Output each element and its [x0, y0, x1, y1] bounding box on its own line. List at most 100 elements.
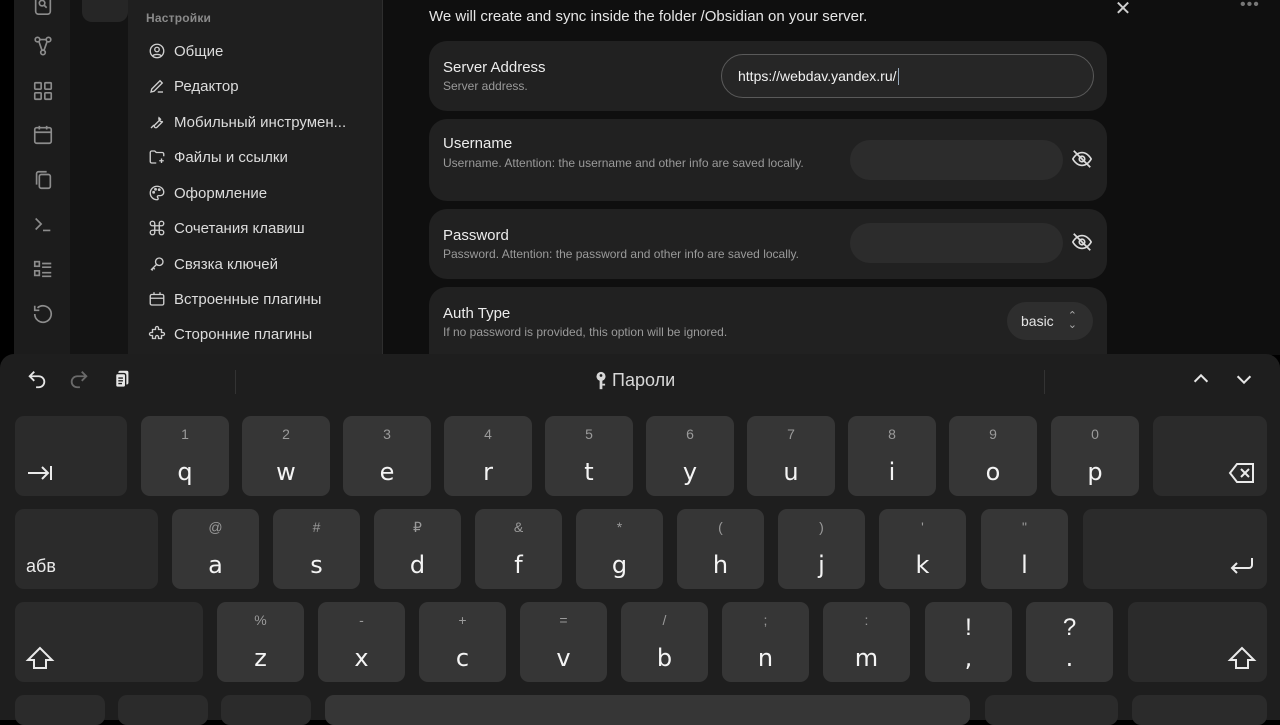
pencil-icon: [148, 77, 166, 95]
key-primary: y: [682, 458, 698, 486]
server-address-input[interactable]: https://webdav.yandex.ru/: [721, 54, 1094, 98]
auth-type-select[interactable]: basic ⌃ ⌄: [1007, 302, 1093, 340]
key-primary: w: [276, 458, 296, 486]
key-period[interactable]: ?.: [1026, 602, 1113, 682]
sidebar-item-appearance[interactable]: Оформление: [148, 179, 267, 207]
key-u[interactable]: 7u: [747, 416, 835, 496]
key-secondary: *: [616, 519, 623, 535]
shift-left-key[interactable]: [15, 602, 203, 682]
passwords-button[interactable]: Пароли: [594, 370, 675, 391]
key-y[interactable]: 6y: [646, 416, 734, 496]
key-secondary: ;: [763, 612, 768, 628]
return-key[interactable]: [1083, 509, 1267, 589]
key-secondary: #: [312, 519, 321, 535]
setting-title: Auth Type: [443, 305, 511, 322]
language-switch-key[interactable]: абв: [15, 509, 158, 589]
key-primary: s: [310, 551, 323, 579]
sidebar-item-core-plugins[interactable]: Встроенные плагины: [148, 285, 321, 313]
key-r[interactable]: 4r: [444, 416, 532, 496]
key-a[interactable]: @ a: [172, 509, 259, 589]
shift-icon: [1227, 644, 1257, 674]
onscreen-keyboard: Пароли 1q 2w 3e 4r 5t 6y 7u 8i 9o 0p абв…: [0, 354, 1280, 725]
eye-off-icon[interactable]: [1071, 231, 1093, 253]
key-e[interactable]: 3e: [343, 416, 431, 496]
key-primary: m: [854, 644, 879, 672]
backspace-key[interactable]: [1153, 416, 1267, 496]
key-b[interactable]: / b: [621, 602, 708, 682]
key-primary: r: [483, 458, 493, 486]
tab-key[interactable]: [15, 416, 127, 496]
toolbar-separator: [1044, 370, 1045, 394]
key-x[interactable]: -x: [318, 602, 405, 682]
key-primary: .: [1065, 644, 1074, 672]
key-comma[interactable]: !,: [925, 602, 1012, 682]
sidebar-item-files-links[interactable]: Файлы и ссылки: [148, 143, 288, 171]
sidebar-item-editor[interactable]: Редактор: [148, 72, 239, 100]
sidebar-item-hotkeys[interactable]: Сочетания клавиш: [148, 214, 305, 242]
key-t[interactable]: 5t: [545, 416, 633, 496]
key-c[interactable]: + c: [419, 602, 506, 682]
copy-icon[interactable]: [32, 169, 54, 191]
tab-stub[interactable]: [82, 0, 128, 22]
close-icon[interactable]: ✕: [1113, 0, 1133, 19]
key-secondary: 3: [383, 426, 391, 442]
key-k[interactable]: ' k: [879, 509, 966, 589]
key-q[interactable]: 1q: [141, 416, 229, 496]
key-f[interactable]: & f: [475, 509, 562, 589]
key-v[interactable]: = v: [520, 602, 607, 682]
history-icon[interactable]: [32, 303, 54, 325]
key-z[interactable]: % z: [217, 602, 304, 682]
sidebar-item-mobile-toolbar[interactable]: Мобильный инструмен...: [148, 108, 346, 136]
settings-sidebar: Настройки Общие Редактор Мобильный инстр…: [128, 0, 383, 355]
key-d[interactable]: ₽ d: [374, 509, 461, 589]
language-label: абв: [26, 556, 56, 576]
more-options-icon[interactable]: •••: [1240, 0, 1260, 14]
key-o[interactable]: 9o: [949, 416, 1037, 496]
numbers-right-key[interactable]: [985, 695, 1118, 725]
list-icon[interactable]: [32, 258, 54, 280]
key-secondary: 7: [787, 426, 795, 442]
sync-intro-text: We will create and sync inside the folde…: [429, 8, 868, 25]
terminal-icon[interactable]: [32, 213, 54, 235]
sidebar-item-label: Файлы и ссылки: [174, 148, 288, 166]
graph-icon[interactable]: [32, 35, 54, 57]
username-input[interactable]: [850, 140, 1063, 180]
key-secondary: 9: [989, 426, 997, 442]
shift-right-key[interactable]: [1128, 602, 1267, 682]
hide-keyboard-key[interactable]: [1132, 695, 1267, 725]
key-m[interactable]: :m: [823, 602, 910, 682]
chevron-up-icon[interactable]: [1188, 366, 1214, 392]
key-w[interactable]: 2w: [242, 416, 330, 496]
key-g[interactable]: * g: [576, 509, 663, 589]
setting-title: Password: [443, 227, 509, 244]
key-primary: f: [514, 551, 523, 579]
space-key[interactable]: [325, 695, 970, 725]
key-n[interactable]: ; n: [722, 602, 809, 682]
calendar-icon[interactable]: [32, 124, 54, 146]
numbers-key[interactable]: [118, 695, 208, 725]
mic-key[interactable]: [221, 695, 311, 725]
key-p[interactable]: 0p: [1051, 416, 1139, 496]
eye-off-icon[interactable]: [1071, 148, 1093, 170]
ribbon: [14, 0, 70, 355]
key-i[interactable]: 8i: [848, 416, 936, 496]
chevron-down-icon[interactable]: [1231, 366, 1257, 392]
sidebar-item-keychain[interactable]: Связка ключей: [148, 250, 278, 278]
undo-icon[interactable]: [24, 366, 50, 392]
sidebar-item-community-plugins[interactable]: Сторонние плагины: [148, 320, 312, 348]
search-icon[interactable]: [32, 0, 54, 16]
redo-icon[interactable]: [66, 366, 92, 392]
sidebar-heading: Настройки: [146, 11, 212, 25]
sidebar-item-general[interactable]: Общие: [148, 37, 223, 65]
key-s[interactable]: # s: [273, 509, 360, 589]
clipboard-icon[interactable]: [109, 366, 135, 392]
key-l[interactable]: " l: [981, 509, 1068, 589]
key-j[interactable]: ) j: [778, 509, 865, 589]
key-h[interactable]: (h: [677, 509, 764, 589]
emoji-key[interactable]: [15, 695, 105, 725]
grid-icon[interactable]: [32, 80, 54, 102]
key-secondary: 4: [484, 426, 492, 442]
key-primary: b: [656, 644, 673, 672]
password-input[interactable]: [850, 223, 1063, 263]
chevron-updown-icon: ⌃ ⌄: [1067, 310, 1077, 331]
